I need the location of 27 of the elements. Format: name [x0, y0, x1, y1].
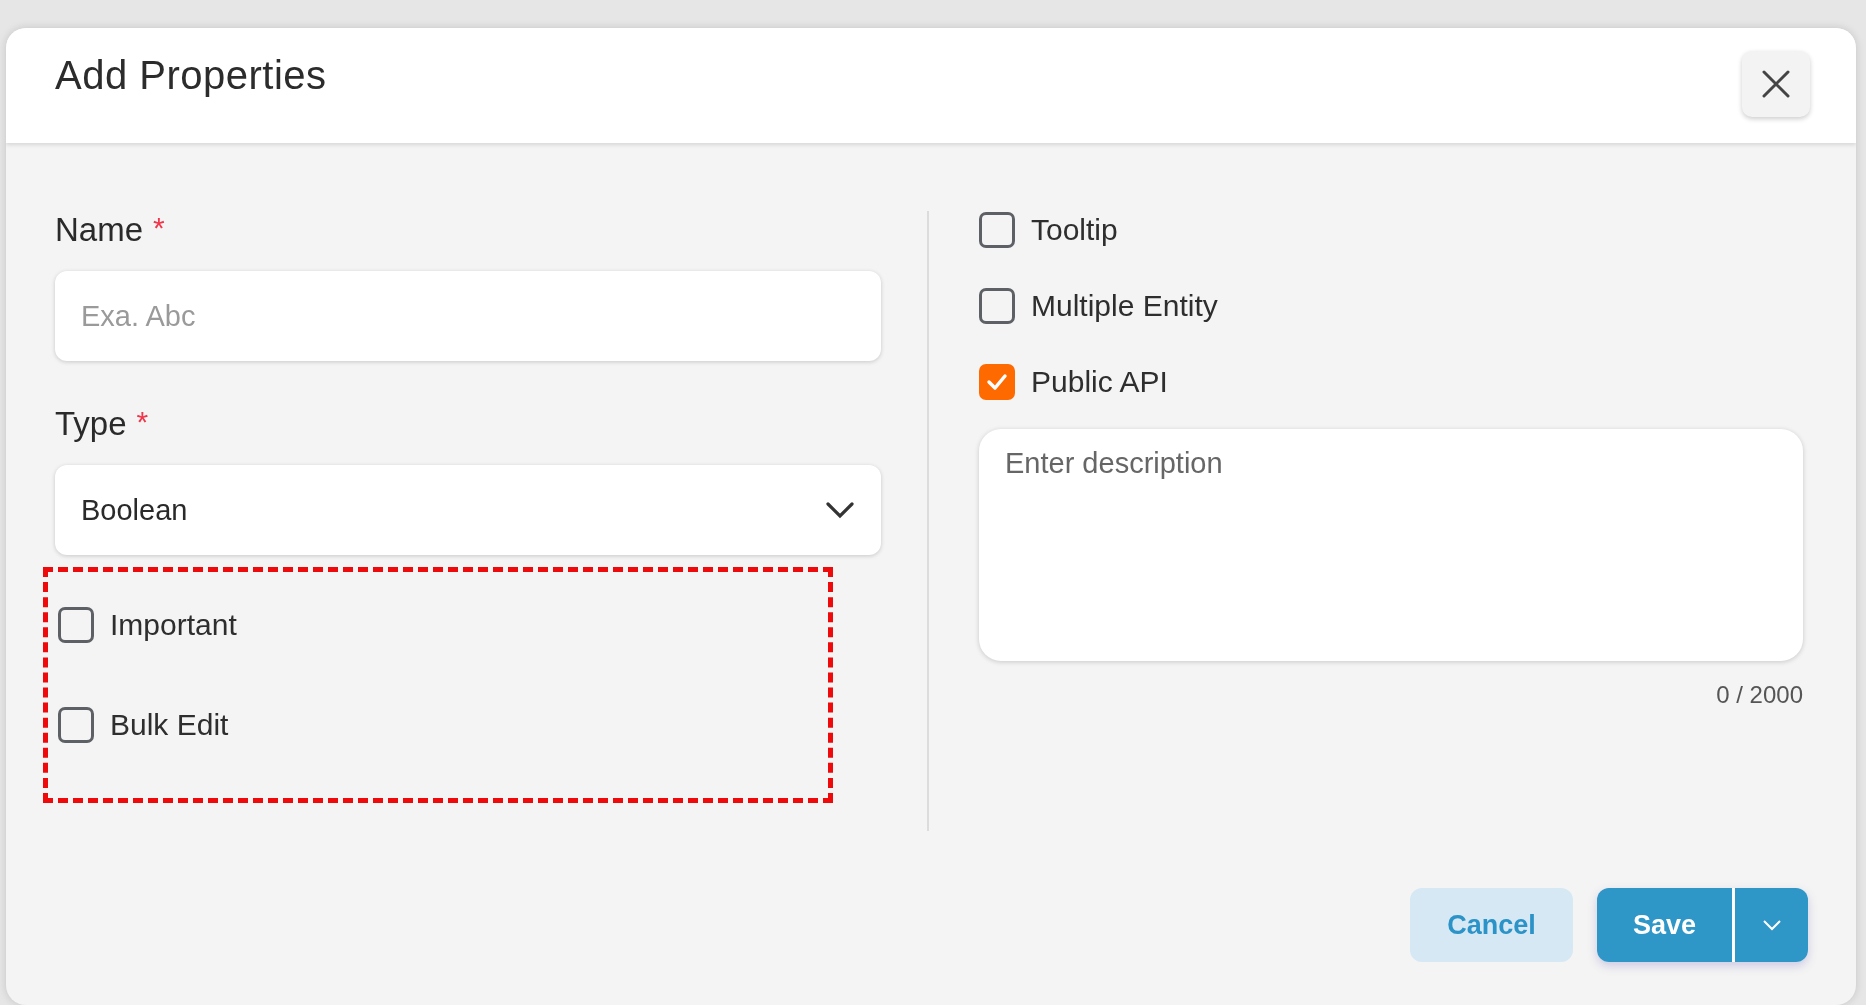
checkmark-icon: [986, 373, 1008, 391]
cancel-button[interactable]: Cancel: [1410, 888, 1573, 962]
close-icon: [1762, 69, 1790, 98]
character-counter: 0 / 2000: [1716, 681, 1803, 709]
field-label: Name: [55, 211, 144, 249]
checkbox[interactable]: [58, 607, 94, 643]
checkbox-label: Bulk Edit: [110, 708, 229, 742]
save-button[interactable]: Save: [1597, 888, 1732, 962]
chevron-down-icon: [825, 501, 855, 519]
required-asterisk: *: [136, 405, 149, 440]
checkbox[interactable]: [979, 288, 1015, 324]
checkbox-label: Public API: [1031, 365, 1168, 399]
checkbox[interactable]: [58, 707, 94, 743]
checkbox[interactable]: [979, 364, 1015, 400]
field-label: Type: [55, 405, 127, 443]
checkbox-label: Tooltip: [1031, 213, 1118, 247]
name-input[interactable]: Exa. Abc: [55, 271, 881, 361]
close-button[interactable]: [1742, 50, 1810, 117]
checkbox-label: Important: [110, 608, 237, 642]
checkbox-label: Multiple Entity: [1031, 289, 1218, 323]
checkbox[interactable]: [979, 212, 1015, 248]
dialog-title: Add Properties: [55, 53, 327, 98]
description-input[interactable]: Enter description: [979, 429, 1803, 661]
required-asterisk: *: [153, 211, 165, 246]
type-select[interactable]: Boolean: [55, 465, 881, 555]
chevron-down-icon: [1761, 919, 1782, 931]
save-options-button[interactable]: [1732, 888, 1808, 962]
